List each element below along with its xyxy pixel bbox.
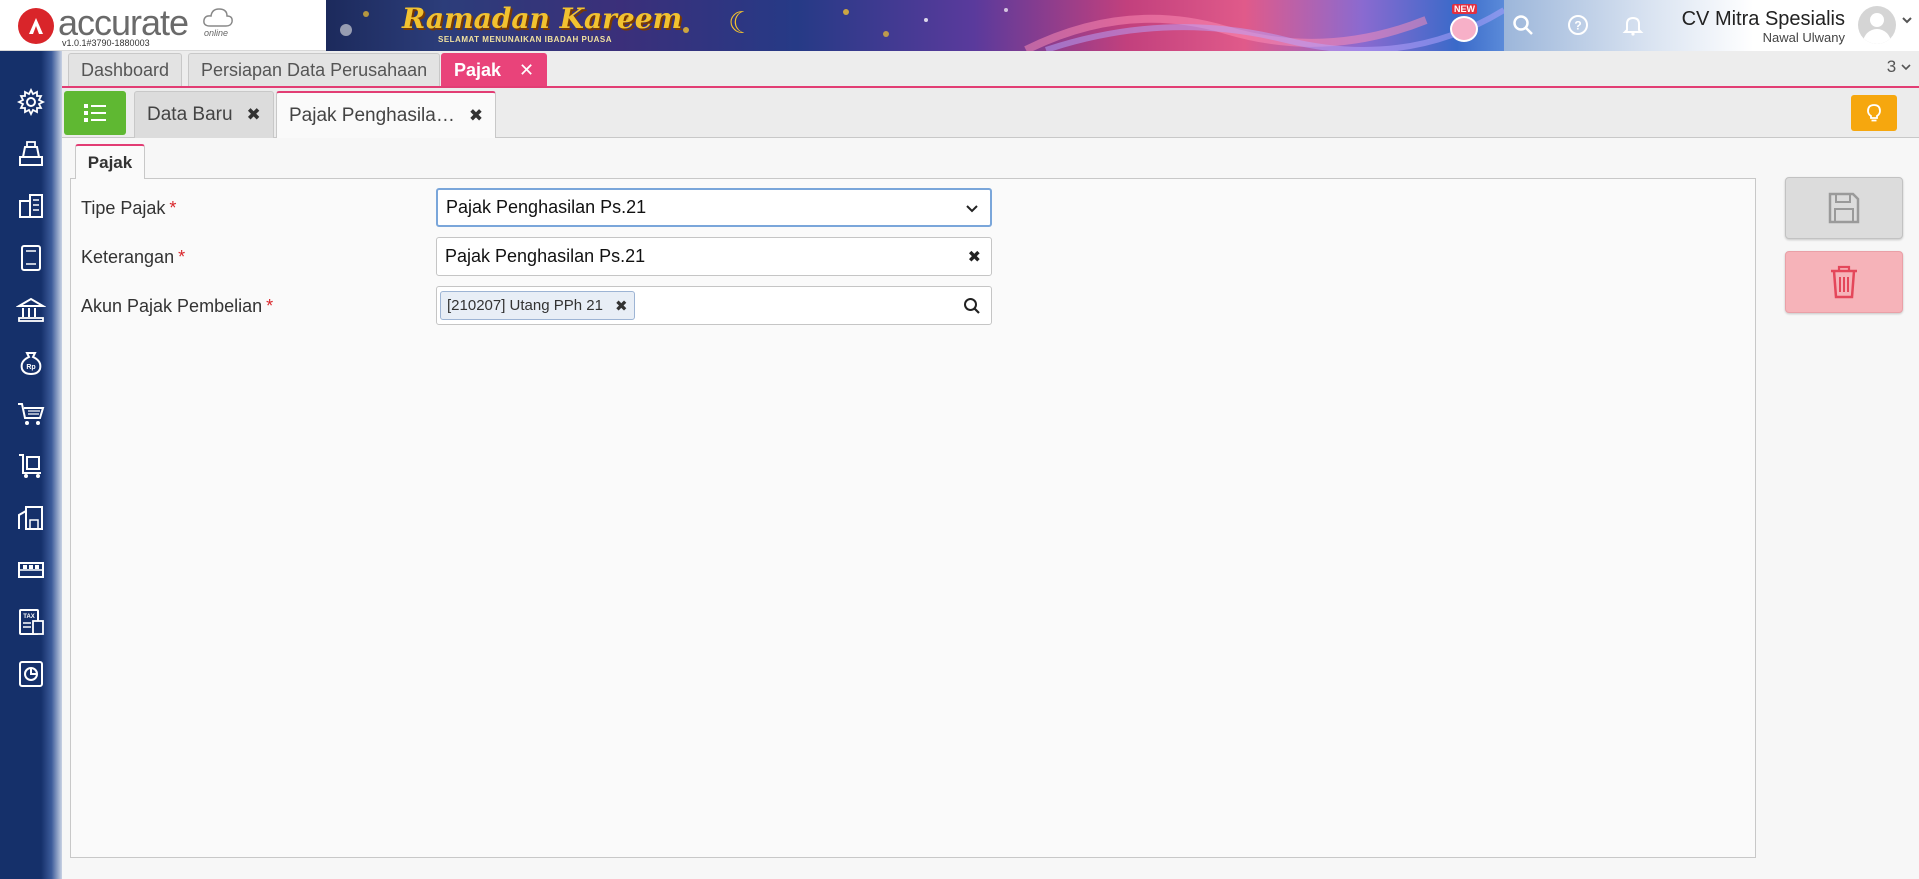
document-tab-bar: Data Baru ✖ Pajak Penghasila… ✖ xyxy=(62,88,1919,139)
tab-pajak-penghasilan[interactable]: Pajak Penghasila… ✖ xyxy=(276,91,497,139)
report-chart-icon xyxy=(19,661,43,687)
building-icon xyxy=(19,194,43,218)
new-badge: NEW xyxy=(1452,4,1477,14)
tax-icon: TAX xyxy=(19,609,44,635)
main-content: Pajak Tipe Pajak * Pajak Penghasilan Ps.2… xyxy=(62,138,1919,879)
form-panel: Tipe Pajak * Pajak Penghasilan Ps.21 Kete… xyxy=(70,178,1756,858)
brand-sub: online xyxy=(204,28,229,38)
lightbulb-icon xyxy=(1867,104,1881,122)
search-icon[interactable] xyxy=(1510,12,1536,38)
cash-register-icon xyxy=(19,141,43,166)
akun-pajak-label: Akun Pajak Pembelian * xyxy=(81,296,274,316)
top-bar: accurate online v1.0.1#3790-1880003 Rama… xyxy=(0,0,1919,51)
logo-mark-icon xyxy=(18,8,54,44)
chevron-down-icon xyxy=(1901,64,1911,71)
svg-text:TAX: TAX xyxy=(23,614,35,620)
help-icon[interactable]: ? xyxy=(1565,12,1591,38)
tab-label: Persiapan Data Perusahaan xyxy=(201,59,428,80)
keterangan-input[interactable]: Pajak Penghasilan Ps.21 ✖ xyxy=(436,237,992,276)
user-name[interactable]: Nawal Ulwany xyxy=(1645,30,1845,45)
close-icon[interactable]: ✕ xyxy=(519,60,534,81)
tab-label: Pajak Penghasila… xyxy=(289,105,455,126)
gear-icon xyxy=(16,87,46,117)
sidebar-item-ledger[interactable] xyxy=(10,237,52,279)
tab-label: Dashboard xyxy=(81,59,170,80)
tab-label: Pajak xyxy=(454,59,502,80)
sidebar-item-bank[interactable] xyxy=(10,289,52,331)
save-button[interactable] xyxy=(1785,177,1903,239)
tipe-pajak-label: Tipe Pajak * xyxy=(81,198,177,218)
bell-icon[interactable] xyxy=(1620,12,1646,38)
sidebar-item-sales[interactable] xyxy=(10,133,52,175)
shopping-cart-icon xyxy=(18,403,45,425)
sidebar-item-purchase[interactable] xyxy=(10,393,52,435)
tips-button[interactable] xyxy=(1851,95,1897,131)
trash-icon xyxy=(1831,265,1857,299)
warehouse-icon xyxy=(18,506,43,530)
whats-new-button[interactable]: NEW xyxy=(1448,4,1480,44)
search-icon[interactable] xyxy=(963,297,981,315)
selected-account-chip: [210207] Utang PPh 21 ✖ xyxy=(440,291,635,320)
banner-title: Ramadan Kareem xyxy=(402,2,683,35)
money-bag-icon: Rp xyxy=(20,352,42,376)
sidebar-item-production[interactable] xyxy=(10,549,52,591)
sidebar-item-delivery[interactable] xyxy=(10,445,52,487)
chevron-down-icon[interactable] xyxy=(964,201,980,217)
tab-pajak[interactable]: Pajak ✕ xyxy=(441,53,548,86)
open-tabs-counter[interactable]: 3 xyxy=(1887,57,1911,77)
sidebar-item-company[interactable] xyxy=(10,185,52,227)
akun-pajak-input[interactable]: [210207] Utang PPh 21 ✖ xyxy=(436,286,992,325)
tab-form-pajak[interactable]: Pajak xyxy=(75,144,145,179)
tab-dashboard[interactable]: Dashboard xyxy=(68,53,183,86)
clear-icon[interactable]: ✖ xyxy=(968,247,981,267)
bank-icon xyxy=(16,297,46,322)
list-icon xyxy=(84,104,106,122)
list-view-button[interactable] xyxy=(64,91,126,135)
banner-subtitle: SELAMAT MENUNAIKAN IBADAH PUASA xyxy=(438,35,613,44)
save-disk-icon xyxy=(1828,192,1860,224)
sidebar-item-inventory[interactable] xyxy=(10,497,52,539)
ledger-book-icon xyxy=(21,245,41,271)
chip-label: [210207] Utang PPh 21 xyxy=(447,297,603,314)
app-version: v1.0.1#3790-1880003 xyxy=(62,38,150,48)
mascot-icon xyxy=(1450,16,1478,42)
sidebar-item-tax[interactable]: TAX xyxy=(10,601,52,643)
sidebar-item-cash[interactable]: Rp xyxy=(10,341,52,383)
keterangan-value: Pajak Penghasilan Ps.21 xyxy=(445,246,646,266)
chevron-down-icon[interactable] xyxy=(1901,14,1913,26)
close-icon[interactable]: ✖ xyxy=(469,106,483,126)
app-logo[interactable]: accurate online v1.0.1#3790-1880003 xyxy=(18,2,238,48)
delete-button[interactable] xyxy=(1785,251,1903,313)
sidebar-item-settings[interactable] xyxy=(10,81,52,123)
company-name[interactable]: CV Mitra Spesialis xyxy=(1645,8,1845,31)
svg-text:Rp: Rp xyxy=(26,364,35,371)
ramadan-banner: Ramadan Kareem SELAMAT MENUNAIKAN IBADAH… xyxy=(326,0,1504,51)
crescent-moon-icon: ☾ xyxy=(728,7,755,40)
tipe-pajak-value: Pajak Penghasilan Ps.21 xyxy=(446,197,647,217)
tab-persiapan-data[interactable]: Persiapan Data Perusahaan xyxy=(188,53,441,86)
svg-text:?: ? xyxy=(1574,19,1581,33)
sidebar: Rp TAX xyxy=(0,51,62,879)
remove-chip-icon[interactable]: ✖ xyxy=(615,297,628,315)
cloud-icon xyxy=(203,8,233,27)
tipe-pajak-select[interactable]: Pajak Penghasilan Ps.21 xyxy=(436,188,992,227)
tab-label: Data Baru xyxy=(147,104,233,125)
avatar[interactable] xyxy=(1858,6,1896,44)
keterangan-label: Keterangan * xyxy=(81,247,186,267)
tab-data-baru[interactable]: Data Baru ✖ xyxy=(134,91,274,138)
close-icon[interactable]: ✖ xyxy=(247,105,261,125)
sidebar-item-reports[interactable] xyxy=(10,653,52,695)
module-tab-bar: Dashboard Persiapan Data Perusahaan Paja… xyxy=(62,51,1919,88)
delivery-cart-icon xyxy=(19,454,41,478)
production-icon xyxy=(18,562,44,578)
